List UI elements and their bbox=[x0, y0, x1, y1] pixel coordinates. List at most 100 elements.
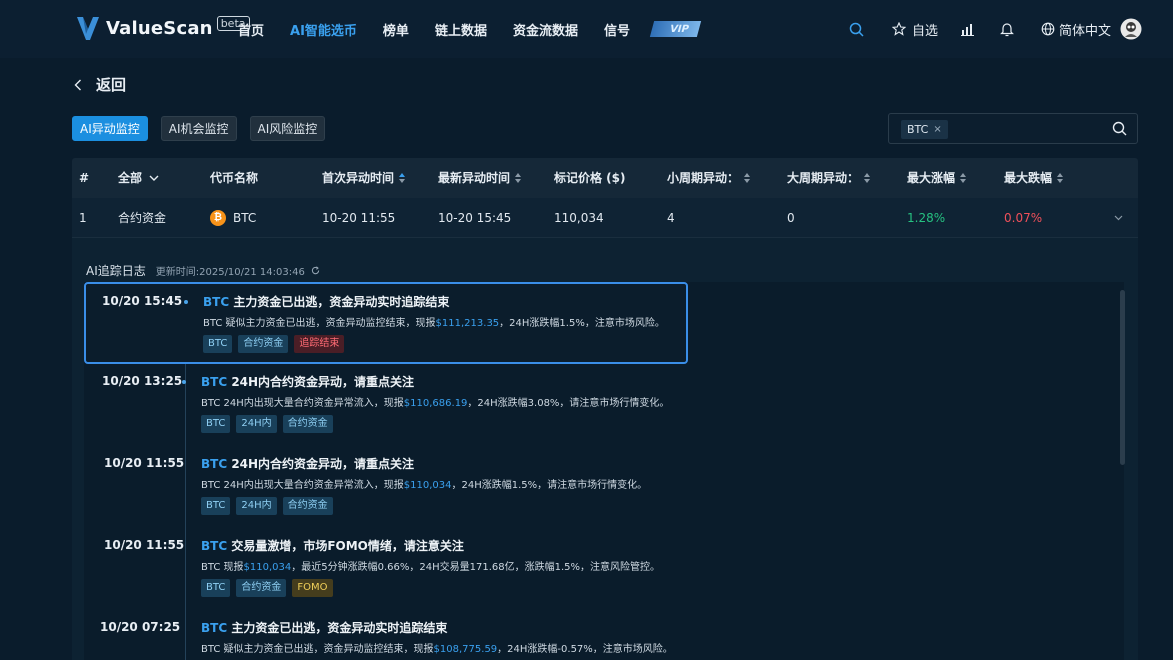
entry-coin: BTC bbox=[201, 539, 228, 553]
desc-a: BTC 疑似主力资金已出逃，资金异动监控结束，现报 bbox=[201, 644, 434, 655]
entry-time: 10/20 13:25 bbox=[102, 374, 183, 388]
menu-rankings[interactable]: 榜单 bbox=[383, 20, 409, 39]
refresh-icon[interactable] bbox=[311, 266, 320, 275]
user-avatar-icon bbox=[1120, 18, 1142, 40]
row-last-time: 10-20 15:45 bbox=[438, 211, 512, 225]
tab-ai-anomaly[interactable]: AI异动监控 bbox=[72, 116, 148, 141]
row-category: 合约资金 bbox=[118, 211, 167, 225]
desc-b: ，24H涨跌幅1.5%，注意市场风险。 bbox=[499, 318, 665, 329]
ai-tracking-log-panel: AI追踪日志 更新时间:2025/10/21 14:03:46 10/20 15… bbox=[72, 238, 1138, 660]
row-first-time: 10-20 11:55 bbox=[322, 211, 396, 225]
notifications-button[interactable] bbox=[1000, 0, 1014, 58]
logo[interactable]: ValueScan beta bbox=[76, 15, 250, 41]
log-entry[interactable]: 10/20 11:55 BTC 24H内合约资金异动，请重点关注 BTC 24H… bbox=[84, 446, 688, 528]
desc-a: BTC 疑似主力资金已出逃，资金异动监控结束，现报 bbox=[203, 318, 436, 329]
desc-price: $111,213.35 bbox=[435, 318, 500, 329]
col-large-cycle[interactable]: 大周期异动： bbox=[787, 158, 871, 198]
timeline-dot bbox=[184, 300, 188, 304]
col-last-time[interactable]: 最新异动时间 bbox=[438, 158, 522, 198]
table-row[interactable]: 1 合约资金 ₿ BTC 10-20 11:55 10-20 15:45 110… bbox=[72, 198, 1138, 238]
top-nav: ValueScan beta 首页 AI智能选币 榜单 链上数据 资金流数据 信… bbox=[0, 0, 1173, 58]
chevron-left-icon bbox=[74, 79, 81, 90]
menu-ai-select[interactable]: AI智能选币 bbox=[290, 20, 357, 39]
language-button[interactable]: 简体中文 bbox=[1041, 0, 1111, 58]
desc-a: BTC 24H内出现大量合约资金异常流入，现报 bbox=[201, 398, 404, 409]
brand-name: ValueScan bbox=[106, 17, 213, 39]
col-category-filter[interactable]: 全部 bbox=[118, 158, 159, 198]
log-entry[interactable]: 10/20 13:25 BTC 24H内合约资金异动，请重点关注 BTC 24H… bbox=[84, 364, 688, 446]
row-max-drop: 0.07% bbox=[1004, 211, 1043, 225]
log-entry[interactable]: 10/20 07:25 BTC 主力资金已出逃，资金异动实时追踪结束 BTC 疑… bbox=[84, 610, 688, 660]
small-cycle-label: 小周期异动： bbox=[667, 171, 740, 185]
log-feed: 10/20 15:45 BTC 主力资金已出逃，资金异动实时追踪结束 BTC 疑… bbox=[84, 282, 1124, 660]
bell-icon bbox=[1000, 22, 1014, 36]
row-large-cycle: 0 bbox=[787, 211, 795, 225]
log-scrollbar[interactable] bbox=[1120, 290, 1125, 465]
monitor-tabs: AI异动监控 AI机会监控 AI风险监控 bbox=[72, 116, 338, 141]
menu-signals[interactable]: 信号 bbox=[604, 20, 630, 39]
entry-time: 10/20 11:55 bbox=[104, 538, 185, 552]
desc-price: $110,686.19 bbox=[403, 398, 468, 409]
first-time-label: 首次异动时间 bbox=[322, 171, 395, 185]
entry-time: 10/20 07:25 bbox=[100, 620, 181, 634]
desc-a: BTC 24H内出现大量合约资金异常流入，现报 bbox=[201, 480, 404, 491]
back-button[interactable]: 返回 bbox=[74, 74, 126, 95]
col-small-cycle[interactable]: 小周期异动： bbox=[667, 158, 751, 198]
entry-desc: BTC 24H内出现大量合约资金异常流入，现报$110,686.19，24H涨跌… bbox=[201, 394, 669, 409]
bar-chart-icon bbox=[961, 24, 974, 36]
col-max-drop[interactable]: 最大跌幅 bbox=[1004, 158, 1064, 198]
desc-price: $110,034 bbox=[403, 480, 452, 491]
entry-title: BTC 24H内合约资金异动，请重点关注 bbox=[201, 455, 414, 472]
entry-desc: BTC 现报$110,034，最近5分钟涨跌幅0.66%，24H交易量171.6… bbox=[201, 558, 660, 573]
tag: 合约资金 bbox=[236, 579, 287, 597]
vip-label: VIP bbox=[668, 23, 691, 35]
tag: BTC bbox=[201, 497, 231, 515]
row-max-rise: 1.28% bbox=[907, 211, 946, 225]
col-mark-price: 标记价格 ($) bbox=[554, 171, 626, 185]
entry-coin: BTC bbox=[201, 457, 228, 471]
entry-title: BTC 主力资金已出逃，资金异动实时追踪结束 bbox=[203, 293, 449, 310]
entry-title: BTC 24H内合约资金异动，请重点关注 bbox=[201, 373, 414, 390]
menu-fund-flow[interactable]: 资金流数据 bbox=[513, 20, 578, 39]
favorites-button[interactable]: 自选 bbox=[892, 0, 938, 58]
search-icon[interactable] bbox=[1112, 121, 1127, 136]
sort-icon bbox=[960, 173, 967, 183]
entry-title: BTC 交易量激增，市场FOMO情绪，请注意关注 bbox=[201, 537, 464, 554]
search-nav-button[interactable] bbox=[849, 0, 864, 58]
log-entry-selected[interactable]: 10/20 15:45 BTC 主力资金已出逃，资金异动实时追踪结束 BTC 疑… bbox=[84, 282, 688, 364]
row-coin: ₿ BTC bbox=[210, 198, 256, 238]
log-updated-time: 更新时间:2025/10/21 14:03:46 bbox=[155, 267, 305, 278]
tag: 合约资金 bbox=[238, 335, 289, 353]
desc-a: BTC 现报 bbox=[201, 562, 244, 573]
chart-button[interactable] bbox=[960, 0, 975, 58]
collapse-row-icon[interactable] bbox=[1114, 215, 1123, 221]
tag-fomo: FOMO bbox=[292, 579, 333, 597]
chevron-down-icon bbox=[149, 175, 159, 181]
category-filter-label: 全部 bbox=[118, 171, 143, 185]
coin-search-input[interactable]: BTC × bbox=[888, 113, 1138, 144]
entry-tags: BTC 24H内 合约资金 bbox=[201, 415, 339, 433]
log-entry[interactable]: 10/20 11:55 BTC 交易量激增，市场FOMO情绪，请注意关注 BTC… bbox=[84, 528, 688, 610]
chip-close-icon[interactable]: × bbox=[933, 120, 941, 139]
col-max-rise[interactable]: 最大涨幅 bbox=[907, 158, 967, 198]
tag: BTC bbox=[201, 579, 231, 597]
col-index: # bbox=[79, 171, 90, 185]
entry-desc: BTC 疑似主力资金已出逃，资金异动监控结束，现报$108,775.59，24H… bbox=[201, 640, 673, 655]
col-first-time[interactable]: 首次异动时间 bbox=[322, 158, 406, 198]
entry-coin: BTC bbox=[201, 375, 228, 389]
tag: 合约资金 bbox=[282, 497, 333, 515]
menu-home[interactable]: 首页 bbox=[238, 20, 264, 39]
tag: 合约资金 bbox=[282, 415, 333, 433]
menu-onchain[interactable]: 链上数据 bbox=[435, 20, 487, 39]
entry-title-text: 主力资金已出逃，资金异动实时追踪结束 bbox=[229, 295, 450, 309]
tab-ai-opportunity[interactable]: AI机会监控 bbox=[160, 116, 237, 141]
desc-b: ，最近5分钟涨跌幅0.66%，24H交易量171.68亿，涨跌幅1.5%，注意风… bbox=[291, 562, 661, 573]
table-header: # 全部 代币名称 首次异动时间 最新异动时间 标记价格 ($) 小周期异动： … bbox=[72, 158, 1138, 198]
star-icon bbox=[892, 22, 906, 36]
sort-icon bbox=[515, 173, 522, 183]
tab-ai-risk[interactable]: AI风险监控 bbox=[249, 116, 326, 141]
sort-icon bbox=[1057, 173, 1064, 183]
avatar[interactable] bbox=[1120, 0, 1142, 58]
globe-icon bbox=[1041, 22, 1055, 36]
vip-button[interactable]: VIP bbox=[649, 21, 701, 37]
